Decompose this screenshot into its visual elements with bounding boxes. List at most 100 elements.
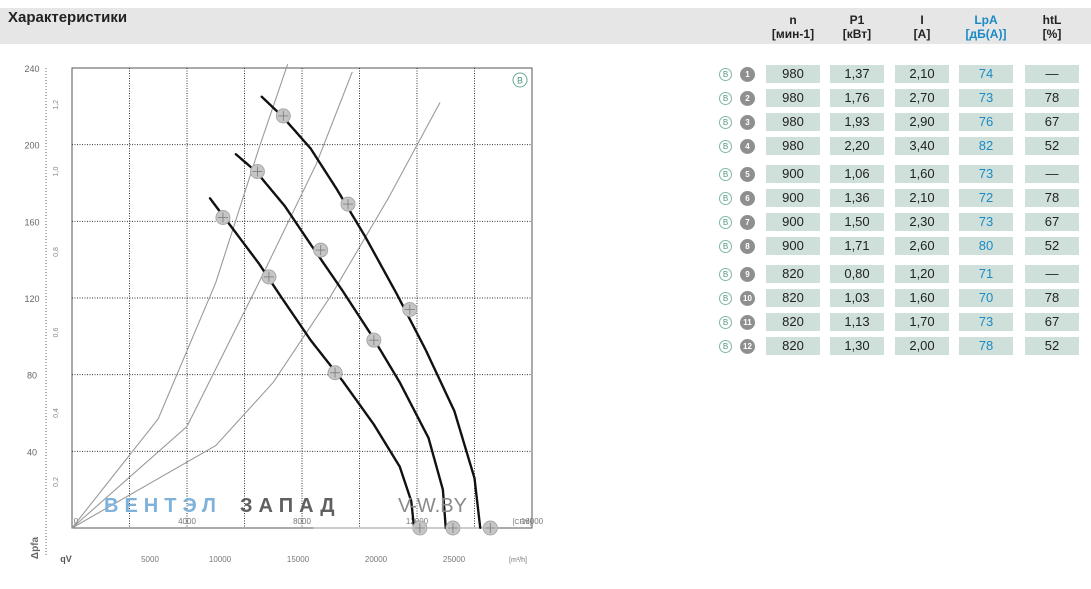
y2-tick-label: 0,2 <box>53 477 60 487</box>
cell-n: 980 <box>766 89 820 107</box>
column-header-i: I [А] <box>895 14 949 40</box>
cell-n: 980 <box>766 113 820 131</box>
watermark-brand-left: ВЕНТЭЛ <box>104 495 222 517</box>
cell-htl: 52 <box>1025 137 1079 155</box>
cell-p1: 1,06 <box>830 165 884 183</box>
cell-lpa: 82 <box>959 137 1013 155</box>
row-badge: B <box>719 268 732 281</box>
cell-htl: 78 <box>1025 89 1079 107</box>
cell-p1: 1,13 <box>830 313 884 331</box>
row-badge: B <box>719 216 732 229</box>
watermark-domain: V-W.BY <box>398 495 467 517</box>
cell-n: 820 <box>766 337 820 355</box>
cell-htl: 67 <box>1025 213 1079 231</box>
cell-lpa: 73 <box>959 313 1013 331</box>
x-axis-unit: [CFM] <box>512 519 531 526</box>
cell-lpa: 80 <box>959 237 1013 255</box>
row-number: 7 <box>740 215 755 230</box>
y2-tick-label: 0,8 <box>53 247 60 257</box>
y2-tick-label: 0,4 <box>53 408 60 418</box>
cell-lpa: 78 <box>959 337 1013 355</box>
cell-i: 1,60 <box>895 165 949 183</box>
column-unit: [мин-1] <box>771 27 815 41</box>
cell-htl: 67 <box>1025 113 1079 131</box>
row-number: 3 <box>740 115 755 130</box>
cell-n: 900 <box>766 213 820 231</box>
column-label: P1 <box>849 13 865 27</box>
column-header-htl: htL [%] <box>1025 14 1079 40</box>
cell-i: 2,00 <box>895 337 949 355</box>
x2-tick-label: 10000 <box>209 555 232 564</box>
y2-tick-label: 0,6 <box>53 328 60 338</box>
cell-lpa: 76 <box>959 113 1013 131</box>
column-header-lpa: LpA [дБ(А)] <box>959 14 1013 40</box>
cell-i: 1,20 <box>895 265 949 283</box>
y-tick-label: 200 <box>24 141 39 151</box>
column-unit: [%] <box>1042 27 1062 41</box>
cell-p1: 1,50 <box>830 213 884 231</box>
x2-tick-label: 25000 <box>443 555 466 564</box>
row-badge: B <box>719 316 732 329</box>
x2-tick-label: 20000 <box>365 555 388 564</box>
row-badge: B <box>719 140 732 153</box>
row-number: 9 <box>740 267 755 282</box>
cell-n: 820 <box>766 313 820 331</box>
cell-i: 2,90 <box>895 113 949 131</box>
x2-axis-unit: [m³/h] <box>509 557 527 564</box>
cell-n: 900 <box>766 237 820 255</box>
y-axis-label: Δpfa <box>30 536 41 559</box>
cell-htl: — <box>1025 165 1079 183</box>
page-title: Характеристики <box>8 9 128 26</box>
column-label: LpA <box>974 13 998 27</box>
row-number: 1 <box>740 67 755 82</box>
row-badge: B <box>719 68 732 81</box>
cell-lpa: 72 <box>959 189 1013 207</box>
cell-p1: 1,93 <box>830 113 884 131</box>
column-unit: [дБ(А)] <box>965 27 1007 41</box>
cell-p1: 2,20 <box>830 137 884 155</box>
cell-lpa: 71 <box>959 265 1013 283</box>
cell-lpa: 73 <box>959 213 1013 231</box>
performance-chart: 240 200 160 120 80 40 1,2 1,0 0,8 0,6 0,4 0,2 Δpfa 0 4… <box>0 58 550 584</box>
x-axis-label: qV <box>60 554 72 564</box>
row-number: 5 <box>740 167 755 182</box>
cell-lpa: 73 <box>959 165 1013 183</box>
x-tick-label: 4000 <box>178 517 196 526</box>
column-label: n <box>789 13 797 27</box>
cell-p1: 1,30 <box>830 337 884 355</box>
row-badge: B <box>719 92 732 105</box>
watermark-brand-right: ЗАПАД <box>240 495 341 517</box>
y-tick-label: 80 <box>27 371 37 381</box>
row-badge: B <box>719 168 732 181</box>
cell-i: 2,30 <box>895 213 949 231</box>
cell-htl: 78 <box>1025 289 1079 307</box>
cell-n: 900 <box>766 165 820 183</box>
column-label: htL <box>1042 13 1062 27</box>
cell-lpa: 70 <box>959 289 1013 307</box>
cell-n: 820 <box>766 265 820 283</box>
row-badge: B <box>719 192 732 205</box>
cell-n: 980 <box>766 65 820 83</box>
column-header-p1: P1 [кВт] <box>830 14 884 40</box>
cell-htl: — <box>1025 265 1079 283</box>
row-number: 8 <box>740 239 755 254</box>
row-number: 11 <box>740 315 755 330</box>
y-tick-label: 240 <box>24 64 39 74</box>
row-badge: B <box>719 340 732 353</box>
y2-tick-label: 1,2 <box>53 100 60 110</box>
cell-p1: 1,03 <box>830 289 884 307</box>
cell-i: 2,10 <box>895 189 949 207</box>
row-badge: B <box>719 292 732 305</box>
cell-p1: 1,36 <box>830 189 884 207</box>
row-badge: B <box>719 116 732 129</box>
cell-i: 1,70 <box>895 313 949 331</box>
cell-n: 820 <box>766 289 820 307</box>
row-badge: B <box>719 240 732 253</box>
column-unit: [А] <box>913 27 931 41</box>
x2-tick-label: 5000 <box>141 555 159 564</box>
cell-n: 980 <box>766 137 820 155</box>
y-tick-label: 120 <box>24 294 39 304</box>
x2-tick-label: 15000 <box>287 555 310 564</box>
cell-htl: 78 <box>1025 189 1079 207</box>
cell-lpa: 74 <box>959 65 1013 83</box>
